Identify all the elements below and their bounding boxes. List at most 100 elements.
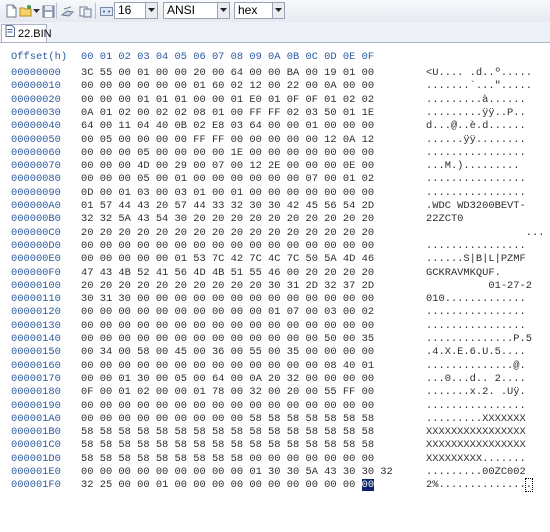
row-offset: 00000090 [11, 186, 61, 199]
row-hex-bytes[interactable]: 58 58 58 58 58 58 58 58 58 00 00 00 00 0… [81, 453, 374, 466]
row-hex-bytes[interactable]: 00 00 00 05 00 00 00 00 1E 00 00 00 00 0… [81, 147, 374, 160]
row-offset: 000000F0 [11, 266, 61, 279]
row-offset: 00000050 [11, 133, 61, 146]
row-offset: 00000170 [11, 372, 61, 385]
charset-select[interactable]: ANSI [163, 2, 230, 19]
row-hex-bytes[interactable]: 00 00 00 4D 00 29 00 07 00 12 2E 00 00 0… [81, 160, 374, 173]
row-ascii[interactable]: .......`..."..... [426, 80, 532, 93]
row-hex-bytes[interactable]: 0F 00 01 02 00 00 01 78 00 32 00 20 00 5… [81, 386, 374, 399]
row-hex-bytes[interactable]: 00 00 00 00 00 00 00 00 00 00 00 00 00 0… [81, 320, 374, 333]
row-offset: 000001D0 [11, 452, 61, 465]
open-folder-icon[interactable] [19, 3, 33, 19]
row-hex-bytes[interactable]: 64 00 11 04 40 0B 02 E8 03 64 00 00 01 0… [81, 120, 374, 133]
row-ascii[interactable]: ................ [426, 173, 526, 186]
row-hex-bytes[interactable]: 20 20 20 20 20 20 20 20 20 20 20 20 20 2… [81, 227, 374, 240]
ascii-cursor: . [524, 478, 534, 493]
dropdown-arrow-icon[interactable] [33, 3, 40, 19]
row-ascii[interactable]: .........à...... [426, 94, 526, 107]
row-ascii[interactable]: ...M.)......... [426, 160, 520, 173]
cut-icon[interactable] [59, 3, 75, 19]
row-ascii[interactable]: ................ [426, 306, 526, 319]
row-ascii[interactable]: ..............@. [426, 360, 526, 373]
row-hex-bytes[interactable]: 47 43 4B 52 41 56 4D 4B 51 55 46 00 20 2… [81, 267, 374, 280]
row-hex-bytes[interactable]: 00 00 00 00 00 00 00 00 00 00 00 00 00 0… [81, 360, 374, 373]
row-ascii[interactable]: ..............P.5 [426, 333, 532, 346]
row-offset: 000000E0 [11, 253, 61, 266]
row-offset: 000000C0 [11, 226, 61, 239]
row-ascii[interactable]: GCKRAVMKQUF. [426, 267, 501, 280]
row-hex-bytes[interactable]: 00 00 00 00 00 00 00 00 00 00 00 00 00 5… [81, 333, 374, 346]
row-hex-bytes[interactable]: 00 00 00 05 00 01 00 00 00 00 00 00 07 0… [81, 173, 374, 186]
display-mode-select[interactable]: hex [234, 2, 285, 19]
row-hex-bytes[interactable]: 0A 01 02 00 02 02 08 01 00 FF FF 02 03 5… [81, 107, 374, 120]
row-offset: 00000060 [11, 146, 61, 159]
row-ascii[interactable]: d...@..è.d...... [426, 120, 526, 133]
row-ascii[interactable]: .........00ZC002 [426, 466, 526, 479]
row-hex-bytes[interactable]: 00 05 00 00 00 00 FF FF 00 00 00 00 00 1… [81, 134, 374, 147]
row-ascii[interactable]: ...0...d.. 2.... [426, 373, 526, 386]
row-hex-bytes[interactable]: 00 00 01 30 00 05 00 64 00 0A 20 32 00 0… [81, 373, 374, 386]
tab-22-bin[interactable]: 22.BIN [1, 24, 52, 42]
row-ascii[interactable]: ................ [426, 240, 526, 253]
row-hex-bytes[interactable]: 00 00 00 00 00 00 00 00 00 00 00 00 00 0… [81, 400, 374, 413]
copy-icon[interactable] [77, 3, 93, 19]
row-offset: 00000080 [11, 173, 61, 186]
hex-editor[interactable]: Offset(h) 00 01 02 03 04 05 06 07 08 09 … [0, 43, 550, 532]
columns-select[interactable]: 16 [114, 2, 158, 19]
row-ascii[interactable]: ................ [426, 187, 526, 200]
row-ascii[interactable]: XXXXXXXXXXXXXXXX [426, 426, 526, 439]
row-hex-bytes[interactable]: 00 00 00 00 00 00 00 00 00 01 30 30 5A 4… [81, 466, 393, 479]
row-hex-bytes[interactable]: 58 58 58 58 58 58 58 58 58 58 58 58 58 5… [81, 439, 374, 452]
row-offset: 00000030 [11, 106, 61, 119]
row-ascii[interactable]: XXXXXXXXXXXXXXXX [426, 439, 526, 452]
row-ascii[interactable]: 2%............... [426, 478, 534, 493]
tab-bar: 22.BIN [0, 22, 550, 43]
row-hex-bytes[interactable]: 00 00 00 00 00 00 00 00 00 58 58 58 58 5… [81, 413, 374, 426]
row-hex-bytes[interactable]: 32 32 5A 43 54 30 20 20 20 20 20 20 20 2… [81, 213, 374, 226]
row-ascii[interactable]: .......x.2. .Uÿ. [426, 386, 526, 399]
row-ascii[interactable]: .........ÿÿ..P.. [426, 107, 526, 120]
row-ascii[interactable]: 22ZCT0 [426, 213, 463, 226]
row-ascii[interactable]: XXXXXXXXX....... [426, 453, 526, 466]
chevron-down-icon[interactable] [272, 3, 284, 18]
row-ascii[interactable]: ................ [426, 320, 526, 333]
row-hex-bytes[interactable]: 00 00 00 00 00 00 00 00 00 00 00 00 00 0… [81, 240, 374, 253]
row-hex-bytes[interactable]: 0D 00 01 03 00 03 01 00 01 00 00 00 00 0… [81, 187, 374, 200]
row-ascii[interactable]: ......S|B|L|PZMF [426, 253, 526, 266]
row-offset: 00000000 [11, 67, 61, 79]
row-ascii[interactable]: .WDC WD3200BEVT- [426, 200, 526, 213]
row-hex-bytes[interactable]: 32 25 00 00 01 00 00 00 00 00 00 00 00 0… [81, 479, 375, 492]
row-ascii[interactable]: 01-27-2 [426, 280, 532, 293]
tab-label: 22.BIN [18, 27, 52, 40]
row-offset: 00000070 [11, 160, 61, 173]
row-ascii[interactable]: ......ÿÿ........ [426, 134, 526, 147]
row-hex-bytes[interactable]: 00 00 00 01 01 01 00 00 01 E0 01 0F 0F 0… [81, 94, 374, 107]
row-hex-bytes[interactable]: 58 58 58 58 58 58 58 58 58 58 58 58 58 5… [81, 426, 374, 439]
row-hex-bytes[interactable]: 3C 55 00 01 00 00 20 00 64 00 00 BA 00 1… [81, 67, 374, 80]
row-ascii[interactable]: ... [426, 227, 545, 240]
row-hex-bytes[interactable]: 30 31 30 00 00 00 00 00 00 00 00 00 00 0… [81, 293, 374, 306]
row-offset: 00000180 [11, 386, 61, 399]
save-icon[interactable] [41, 3, 55, 19]
row-hex-bytes[interactable]: 00 00 00 00 00 00 01 60 02 12 00 22 00 0… [81, 80, 374, 93]
cursor-byte[interactable]: 00 [361, 479, 375, 492]
row-offset: 00000160 [11, 359, 61, 372]
row-hex-bytes[interactable]: 01 57 44 43 20 57 44 33 32 30 30 42 45 5… [81, 200, 374, 213]
chevron-down-icon[interactable] [217, 3, 229, 18]
row-hex-bytes[interactable]: 20 20 20 20 20 20 20 20 20 20 30 31 2D 3… [81, 280, 374, 293]
row-hex-bytes[interactable]: 00 00 00 00 00 01 53 7C 42 7C 4C 7C 50 5… [81, 253, 374, 266]
row-offset: 000001A0 [11, 412, 61, 425]
row-ascii[interactable]: ................ [426, 400, 526, 413]
row-ascii[interactable]: ................ [426, 147, 526, 160]
new-file-icon[interactable] [3, 3, 19, 19]
row-ascii[interactable]: 010............. [426, 293, 526, 306]
row-hex-bytes[interactable]: 00 34 00 58 00 45 00 36 00 55 00 35 00 0… [81, 346, 374, 359]
row-ascii[interactable]: .4.X.E.6.U.5.... [426, 346, 526, 359]
chevron-down-icon[interactable] [145, 3, 157, 18]
row-ascii[interactable]: .........XXXXXXX [426, 413, 526, 426]
row-ascii[interactable]: <U.... .d..º..... [426, 67, 532, 80]
columns-value: 16 [118, 3, 132, 17]
row-offset: 00000110 [11, 293, 61, 306]
row-hex-bytes[interactable]: 00 00 00 00 00 00 00 00 00 00 01 07 00 0… [81, 306, 374, 319]
column-headers: 00 01 02 03 04 05 06 07 08 09 0A 0B 0C 0… [81, 51, 375, 63]
